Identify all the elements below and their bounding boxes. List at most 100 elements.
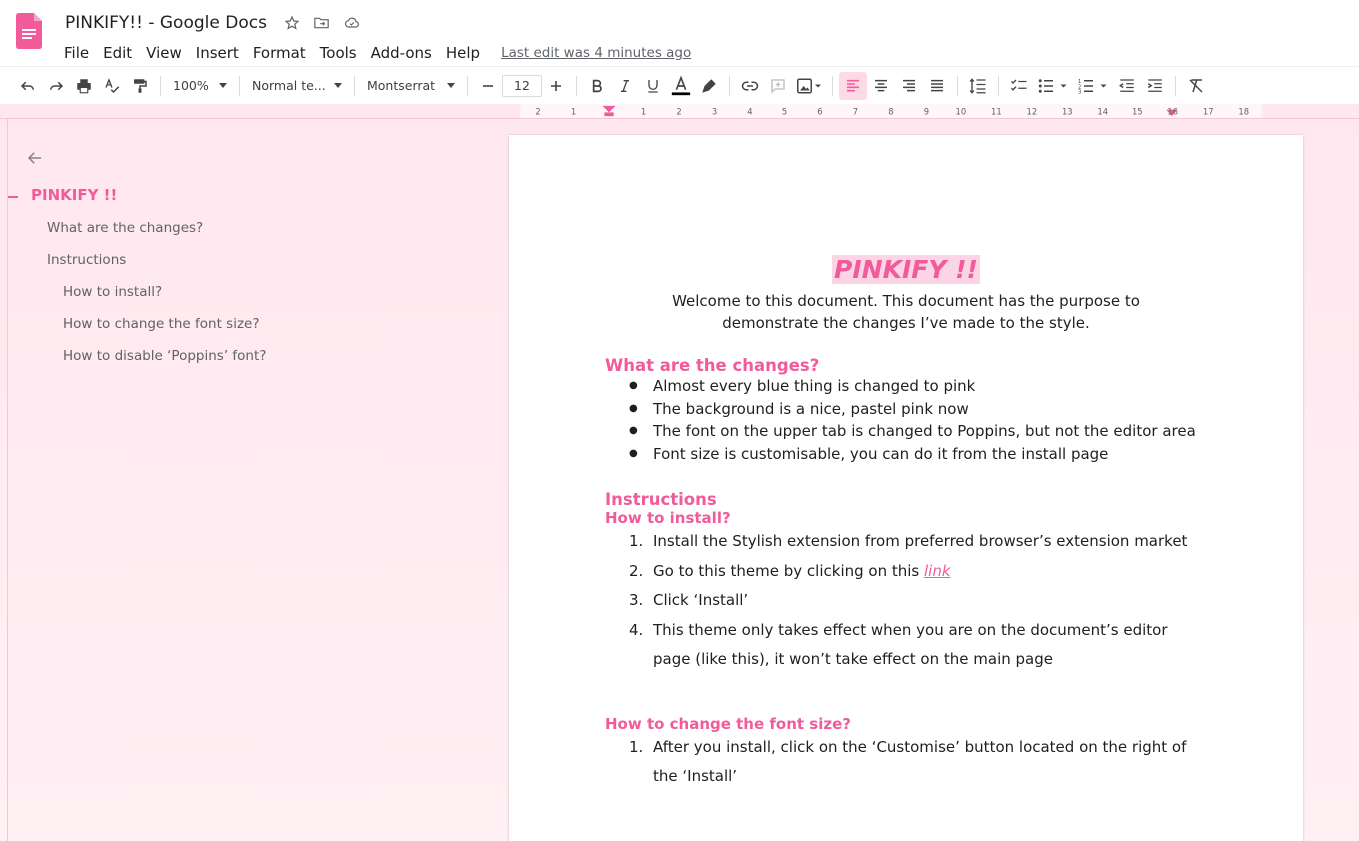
increase-font-size-icon[interactable] bbox=[542, 72, 570, 100]
list-item[interactable]: Almost every blue thing is changed to pi… bbox=[605, 375, 1207, 398]
menu-help[interactable]: Help bbox=[439, 44, 487, 62]
outline-item-title[interactable]: PINKIFY !! bbox=[31, 186, 117, 204]
toolbar-divider bbox=[239, 75, 240, 96]
highlight-color-icon[interactable] bbox=[695, 72, 723, 100]
list-item[interactable]: 2. Go to this theme by clicking on this l… bbox=[605, 557, 1207, 587]
ruler-tick-label: 16 bbox=[1167, 106, 1178, 116]
bold-icon[interactable] bbox=[583, 72, 611, 100]
document-heading-title[interactable]: PINKIFY !! bbox=[605, 255, 1207, 284]
ruler-tick-label: 9 bbox=[924, 106, 929, 116]
cloud-saved-icon[interactable] bbox=[343, 14, 361, 32]
toolbar-divider bbox=[957, 75, 958, 96]
bulleted-list-icon[interactable] bbox=[1033, 72, 1073, 100]
theme-link[interactable]: link bbox=[924, 562, 951, 580]
heading-changes[interactable]: What are the changes? bbox=[605, 356, 1207, 375]
outline-active-marker bbox=[8, 196, 18, 198]
vertical-ruler[interactable] bbox=[0, 119, 8, 841]
checklist-icon[interactable] bbox=[1005, 72, 1033, 100]
list-item[interactable]: The font on the upper tab is changed to … bbox=[605, 420, 1207, 443]
paragraph-style-select[interactable]: Normal te... bbox=[246, 72, 348, 100]
clear-formatting-icon[interactable] bbox=[1182, 72, 1210, 100]
align-left-icon[interactable] bbox=[839, 71, 867, 100]
svg-text:3: 3 bbox=[1078, 89, 1081, 95]
move-to-folder-icon[interactable] bbox=[313, 14, 331, 32]
list-item[interactable]: 1. After you install, click on the ‘Custo… bbox=[605, 733, 1207, 792]
paint-format-icon[interactable] bbox=[126, 72, 154, 100]
align-justify-icon[interactable] bbox=[923, 72, 951, 100]
outline-item-instructions[interactable]: Instructions bbox=[47, 252, 126, 268]
outline-item-disable-poppins[interactable]: How to disable ‘Poppins’ font? bbox=[63, 348, 266, 364]
last-edit-link[interactable]: Last edit was 4 minutes ago bbox=[501, 45, 691, 61]
increase-indent-icon[interactable] bbox=[1141, 72, 1169, 100]
outline-item-install[interactable]: How to install? bbox=[63, 284, 162, 300]
list-item[interactable]: 4. This theme only takes effect when you … bbox=[605, 616, 1207, 675]
heading-font-size[interactable]: How to change the font size? bbox=[605, 715, 1207, 733]
outline-item-changes[interactable]: What are the changes? bbox=[47, 220, 203, 236]
ruler-tick-label: 3 bbox=[712, 106, 717, 116]
menu-file[interactable]: File bbox=[57, 44, 96, 62]
menu-tools[interactable]: Tools bbox=[313, 44, 364, 62]
font-size-input[interactable]: 12 bbox=[502, 74, 542, 97]
toolbar-divider bbox=[832, 75, 833, 96]
align-right-icon[interactable] bbox=[895, 72, 923, 100]
ruler-tick-label: 17 bbox=[1203, 106, 1214, 116]
spellcheck-icon[interactable] bbox=[98, 72, 126, 100]
list-item[interactable]: 3. Click ‘Install’ bbox=[605, 586, 1207, 616]
install-steps-list: 1. Install the Stylish extension from pre… bbox=[605, 527, 1207, 675]
undo-icon[interactable] bbox=[14, 72, 42, 100]
ruler-tick-label: 1 bbox=[571, 106, 576, 116]
toolbar-divider bbox=[576, 75, 577, 96]
ruler-tick-label: 11 bbox=[991, 106, 1002, 116]
zoom-value: 100% bbox=[173, 78, 209, 93]
star-icon[interactable] bbox=[283, 14, 301, 32]
ruler-tick-label: 6 bbox=[817, 106, 822, 116]
close-outline-arrow-icon[interactable] bbox=[25, 149, 47, 169]
insert-link-icon[interactable] bbox=[736, 72, 764, 100]
document-title[interactable]: PINKIFY!! - Google Docs bbox=[65, 13, 267, 33]
page-content: PINKIFY !! Welcome to this document. Thi… bbox=[605, 255, 1207, 792]
intro-paragraph[interactable]: Welcome to this document. This document … bbox=[605, 290, 1207, 334]
heading-install[interactable]: How to install? bbox=[605, 509, 1207, 527]
ruler-tick-label: 8 bbox=[888, 106, 893, 116]
numbered-list-icon[interactable]: 123 bbox=[1073, 72, 1113, 100]
insert-image-icon[interactable] bbox=[792, 72, 826, 100]
horizontal-ruler[interactable]: 2 1 1 2 3 4 5 6 7 8 9 10 11 12 13 14 15 16 17 18 bbox=[0, 104, 1359, 119]
decrease-indent-icon[interactable] bbox=[1113, 72, 1141, 100]
menu-bar: File Edit View Insert Format Tools Add-o… bbox=[57, 42, 691, 64]
list-item[interactable]: The background is a nice, pastel pink no… bbox=[605, 398, 1207, 421]
line-spacing-icon[interactable] bbox=[964, 72, 992, 100]
ruler-tick-label: 5 bbox=[782, 106, 787, 116]
font-value: Montserrat bbox=[367, 78, 436, 93]
decrease-font-size-icon[interactable] bbox=[474, 72, 502, 100]
menu-format[interactable]: Format bbox=[246, 44, 313, 62]
ruler-tick-label: 7 bbox=[853, 106, 858, 116]
toolbar-divider bbox=[467, 75, 468, 96]
menu-edit[interactable]: Edit bbox=[96, 44, 139, 62]
add-comment-icon[interactable] bbox=[764, 72, 792, 100]
ruler-tick-label: 18 bbox=[1238, 106, 1249, 116]
ruler-tick-label: 2 bbox=[535, 106, 540, 116]
toolbar-divider bbox=[998, 75, 999, 96]
redo-icon[interactable] bbox=[42, 72, 70, 100]
toolbar-divider bbox=[1175, 75, 1176, 96]
document-page[interactable]: PINKIFY !! Welcome to this document. Thi… bbox=[509, 135, 1303, 841]
menu-add-ons[interactable]: Add-ons bbox=[364, 44, 439, 62]
list-item[interactable]: 1. Install the Stylish extension from pre… bbox=[605, 527, 1207, 557]
heading-instructions[interactable]: Instructions bbox=[605, 490, 1207, 509]
list-item[interactable]: Font size is customisable, you can do it… bbox=[605, 443, 1207, 466]
ruler-tick-label: 12 bbox=[1026, 106, 1037, 116]
menu-insert[interactable]: Insert bbox=[189, 44, 246, 62]
first-line-indent-marker[interactable] bbox=[604, 112, 614, 117]
ruler-tick-label: 15 bbox=[1132, 106, 1143, 116]
menu-view[interactable]: View bbox=[139, 44, 189, 62]
print-icon[interactable] bbox=[70, 72, 98, 100]
outline-item-font-size[interactable]: How to change the font size? bbox=[63, 316, 260, 332]
font-select[interactable]: Montserrat bbox=[361, 72, 461, 100]
text-color-icon[interactable] bbox=[667, 72, 695, 100]
zoom-select[interactable]: 100% bbox=[167, 72, 233, 100]
align-center-icon[interactable] bbox=[867, 72, 895, 100]
app-header: PINKIFY!! - Google Docs File Edit View I… bbox=[0, 0, 1359, 66]
italic-icon[interactable] bbox=[611, 72, 639, 100]
google-docs-icon[interactable] bbox=[16, 13, 42, 49]
underline-icon[interactable] bbox=[639, 72, 667, 100]
